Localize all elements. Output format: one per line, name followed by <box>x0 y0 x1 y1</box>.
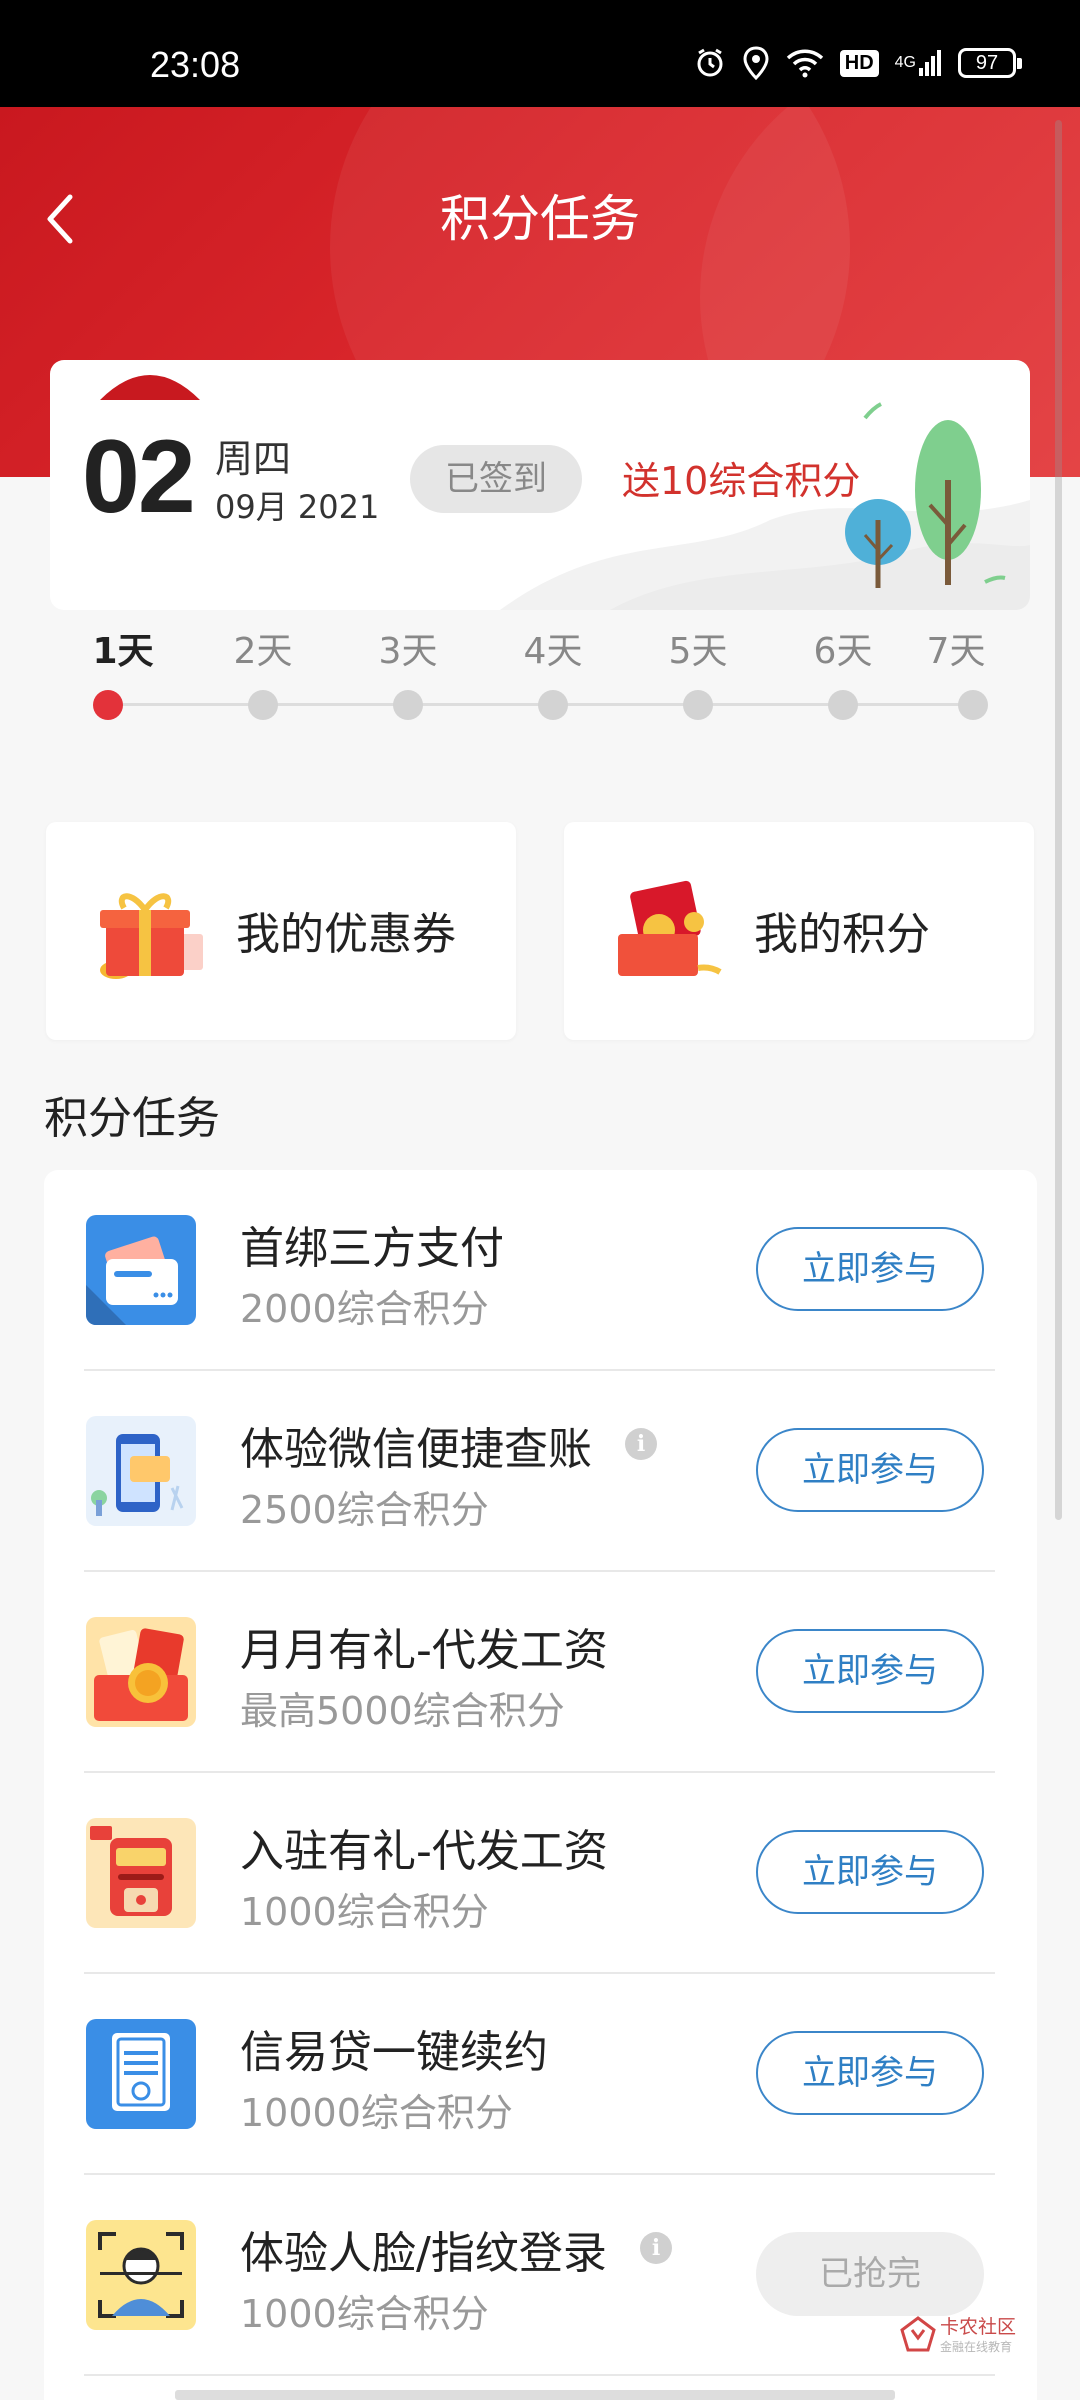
task-points: 最高5000综合积分 <box>240 1689 565 1733</box>
task-title: 信易贷一键续约 <box>240 2027 548 2078</box>
red-packet-icon <box>618 880 722 976</box>
day-label: 5天 <box>668 631 728 672</box>
sold-out-button[interactable]: 已抢完 <box>756 2232 984 2316</box>
info-icon[interactable]: i <box>625 1428 657 1460</box>
location-icon <box>742 46 770 80</box>
divider <box>84 2374 995 2376</box>
checkin-day: 02 <box>82 419 196 535</box>
day-dot <box>393 690 423 720</box>
info-icon[interactable]: i <box>640 2232 672 2264</box>
day-dot <box>683 690 713 720</box>
network-type: 4G <box>894 54 916 71</box>
day-label: 3天 <box>378 631 438 672</box>
day-label: 1天 <box>92 631 154 672</box>
day-dot <box>958 690 988 720</box>
day-dot <box>828 690 858 720</box>
phone-chat-icon <box>86 1416 196 1526</box>
checkin-reward: 送10综合积分 <box>622 459 861 503</box>
mailbox-icon <box>86 1818 196 1928</box>
task-title: 体验微信便捷查账 <box>240 1424 592 1475</box>
bottom-tab-hint <box>175 2390 895 2400</box>
day-label: 7天 <box>926 631 986 672</box>
card-notch <box>100 375 200 400</box>
join-button[interactable]: 立即参与 <box>756 2031 984 2115</box>
task-row: 入驻有礼-代发工资 1000综合积分 立即参与 <box>44 1773 1037 1974</box>
checkin-month-year: 09月 2021 <box>215 488 380 526</box>
battery-level: 97 <box>975 51 999 74</box>
scrollbar[interactable] <box>1055 120 1062 1520</box>
task-points: 2500综合积分 <box>240 1488 489 1532</box>
task-points: 1000综合积分 <box>240 1890 489 1934</box>
task-row: 体验人脸/指纹登录 i 1000综合积分 已抢完 <box>44 2175 1037 2376</box>
task-points: 1000综合积分 <box>240 2292 489 2336</box>
page-title: 积分任务 <box>440 190 640 248</box>
section-title: 积分任务 <box>44 1093 220 1144</box>
checkin-weekday: 周四 <box>215 437 292 481</box>
red-envelope-icon <box>86 1617 196 1727</box>
day-dot <box>538 690 568 720</box>
my-points-card[interactable]: 我的积分 <box>564 822 1034 1040</box>
day-dot <box>248 690 278 720</box>
gift-box-icon <box>100 893 203 979</box>
join-button[interactable]: 立即参与 <box>756 1629 984 1713</box>
checkin-progress: 1天 2天 3天 4天 5天 6天 7天 <box>0 610 1080 730</box>
day-dot <box>93 690 123 720</box>
join-button[interactable]: 立即参与 <box>756 1428 984 1512</box>
task-points: 2000综合积分 <box>240 1287 489 1331</box>
status-time: 23:08 <box>150 44 241 85</box>
alarm-icon <box>694 47 726 79</box>
day-label: 2天 <box>233 631 293 672</box>
status-icons: HD 4G 97 <box>694 46 1022 80</box>
hd-badge: HD <box>839 49 879 77</box>
my-coupons-label: 我的优惠券 <box>236 909 456 960</box>
battery-icon: 97 <box>958 48 1022 78</box>
signed-status-badge: 已签到 <box>410 445 582 513</box>
join-button[interactable]: 立即参与 <box>756 1830 984 1914</box>
task-row: 首绑三方支付 2000综合积分 立即参与 <box>44 1170 1037 1371</box>
wifi-icon <box>786 48 824 78</box>
task-row: 信易贷一键续约 10000综合积分 立即参与 <box>44 1974 1037 2175</box>
join-button[interactable]: 立即参与 <box>756 1227 984 1311</box>
day-label: 6天 <box>813 631 873 672</box>
face-scan-icon <box>86 2220 196 2330</box>
status-bar: 23:08 HD 4G 97 <box>0 0 1080 107</box>
watermark-logo-icon <box>900 2316 936 2352</box>
wallet-icon <box>86 1215 196 1325</box>
watermark: 卡农社区 金融在线教育 <box>900 2310 1060 2360</box>
my-coupons-card[interactable]: 我的优惠券 <box>46 822 516 1040</box>
task-title: 首绑三方支付 <box>240 1223 504 1274</box>
task-list: 首绑三方支付 2000综合积分 立即参与 体验微信便捷查账 i 2500综合积分… <box>44 1170 1037 2400</box>
signal-icon: 4G <box>895 48 942 78</box>
task-title: 体验人脸/指纹登录 <box>240 2228 607 2279</box>
task-row: 体验微信便捷查账 i 2500综合积分 立即参与 <box>44 1371 1037 1572</box>
day-label: 4天 <box>523 631 583 672</box>
task-row: 月月有礼-代发工资 最高5000综合积分 立即参与 <box>44 1572 1037 1773</box>
contract-icon <box>86 2019 196 2129</box>
task-points: 10000综合积分 <box>240 2091 513 2135</box>
my-points-label: 我的积分 <box>754 909 930 960</box>
watermark-subtitle: 金融在线教育 <box>940 2340 1013 2354</box>
watermark-title: 卡农社区 <box>940 2316 1017 2338</box>
task-title: 月月有礼-代发工资 <box>240 1625 608 1676</box>
task-title: 入驻有礼-代发工资 <box>240 1826 608 1877</box>
